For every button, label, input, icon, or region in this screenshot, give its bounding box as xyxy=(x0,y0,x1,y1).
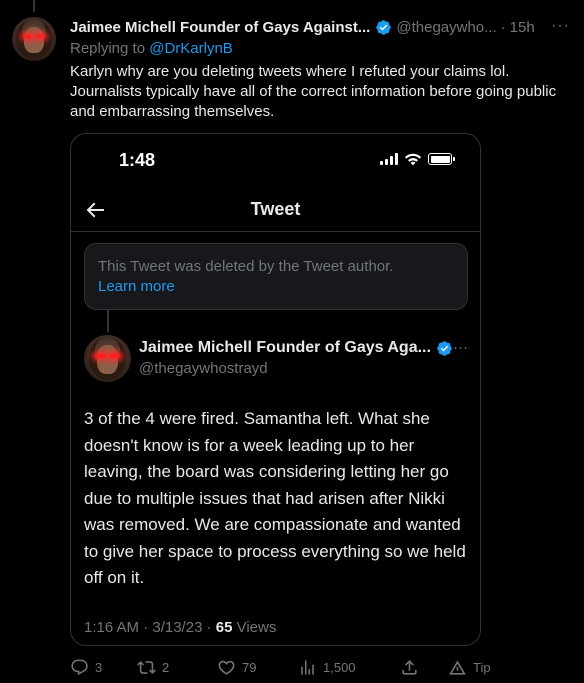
like-count: 79 xyxy=(242,660,257,675)
inner-more-icon: ··· xyxy=(453,339,468,356)
inner-views-count: 65 xyxy=(215,619,233,636)
status-bar-time: 1:48 xyxy=(119,150,156,170)
inner-author-handle: @thegaywhostrayd xyxy=(139,360,268,377)
inner-views-label: Views xyxy=(232,619,277,636)
reply-icon xyxy=(71,659,88,676)
author-handle[interactable]: @thegaywho... xyxy=(396,19,496,36)
author-name[interactable]: Jaimee Michell Founder of Gays Against..… xyxy=(70,19,370,36)
reply-count: 3 xyxy=(95,660,103,675)
screenshot-nav-bar: Tweet xyxy=(71,188,480,232)
like-button[interactable]: 79 xyxy=(217,658,256,677)
heart-icon xyxy=(218,660,235,675)
share-icon xyxy=(402,660,417,675)
share-button[interactable] xyxy=(400,658,419,677)
separator: · xyxy=(500,18,506,36)
retweet-icon xyxy=(137,661,156,674)
timestamp[interactable]: 15h xyxy=(510,19,535,36)
replying-to: Replying to @DrKarlynB xyxy=(70,40,233,57)
learn-more-link[interactable]: Learn more xyxy=(98,277,454,297)
reply-button[interactable]: 3 xyxy=(70,658,102,677)
inner-verified-badge-icon xyxy=(436,340,453,357)
more-options-button[interactable]: ··· xyxy=(551,17,570,35)
tip-label: Tip xyxy=(473,660,491,675)
replying-to-link[interactable]: @DrKarlynB xyxy=(149,40,233,57)
deleted-notice-text: This Tweet was deleted by the Tweet auth… xyxy=(98,258,394,275)
author-avatar[interactable] xyxy=(12,17,56,61)
inner-tweet-meta: 1:16 AM · 3/13/23 · 65 Views xyxy=(84,619,276,636)
analytics-icon xyxy=(301,660,314,675)
cellular-signal-icon xyxy=(380,153,398,165)
verified-badge-icon xyxy=(375,19,392,36)
tip-icon xyxy=(449,660,466,675)
views-button[interactable]: 1,500 xyxy=(298,658,356,677)
tip-button[interactable]: Tip xyxy=(448,658,491,677)
inner-name-row: Jaimee Michell Founder of Gays Aga... ··… xyxy=(139,339,468,357)
retweet-count: 2 xyxy=(162,660,170,675)
status-icons xyxy=(380,152,455,166)
wifi-icon xyxy=(404,153,422,166)
nav-title: Tweet xyxy=(250,199,301,219)
inner-author-name: Jaimee Michell Founder of Gays Aga... xyxy=(139,339,431,356)
replying-prefix: Replying to xyxy=(70,40,150,57)
inner-thread-line xyxy=(107,310,109,332)
deleted-tweet-notice: This Tweet was deleted by the Tweet auth… xyxy=(84,243,468,310)
thread-line xyxy=(33,0,35,12)
views-count: 1,500 xyxy=(323,660,356,675)
tweet-header: Jaimee Michell Founder of Gays Against..… xyxy=(70,16,570,38)
battery-icon xyxy=(428,153,455,165)
retweet-button[interactable]: 2 xyxy=(137,658,169,677)
embedded-screenshot[interactable]: 1:48 Tweet This Tweet was deleted by the… xyxy=(70,133,481,646)
inner-tweet-text: 3 of the 4 were fired. Samantha left. Wh… xyxy=(84,409,466,587)
inner-meta-time: 1:16 AM · 3/13/23 · xyxy=(84,619,216,636)
inner-author-avatar xyxy=(84,335,131,382)
tweet-text: Karlyn why are you deleting tweets where… xyxy=(70,63,557,120)
